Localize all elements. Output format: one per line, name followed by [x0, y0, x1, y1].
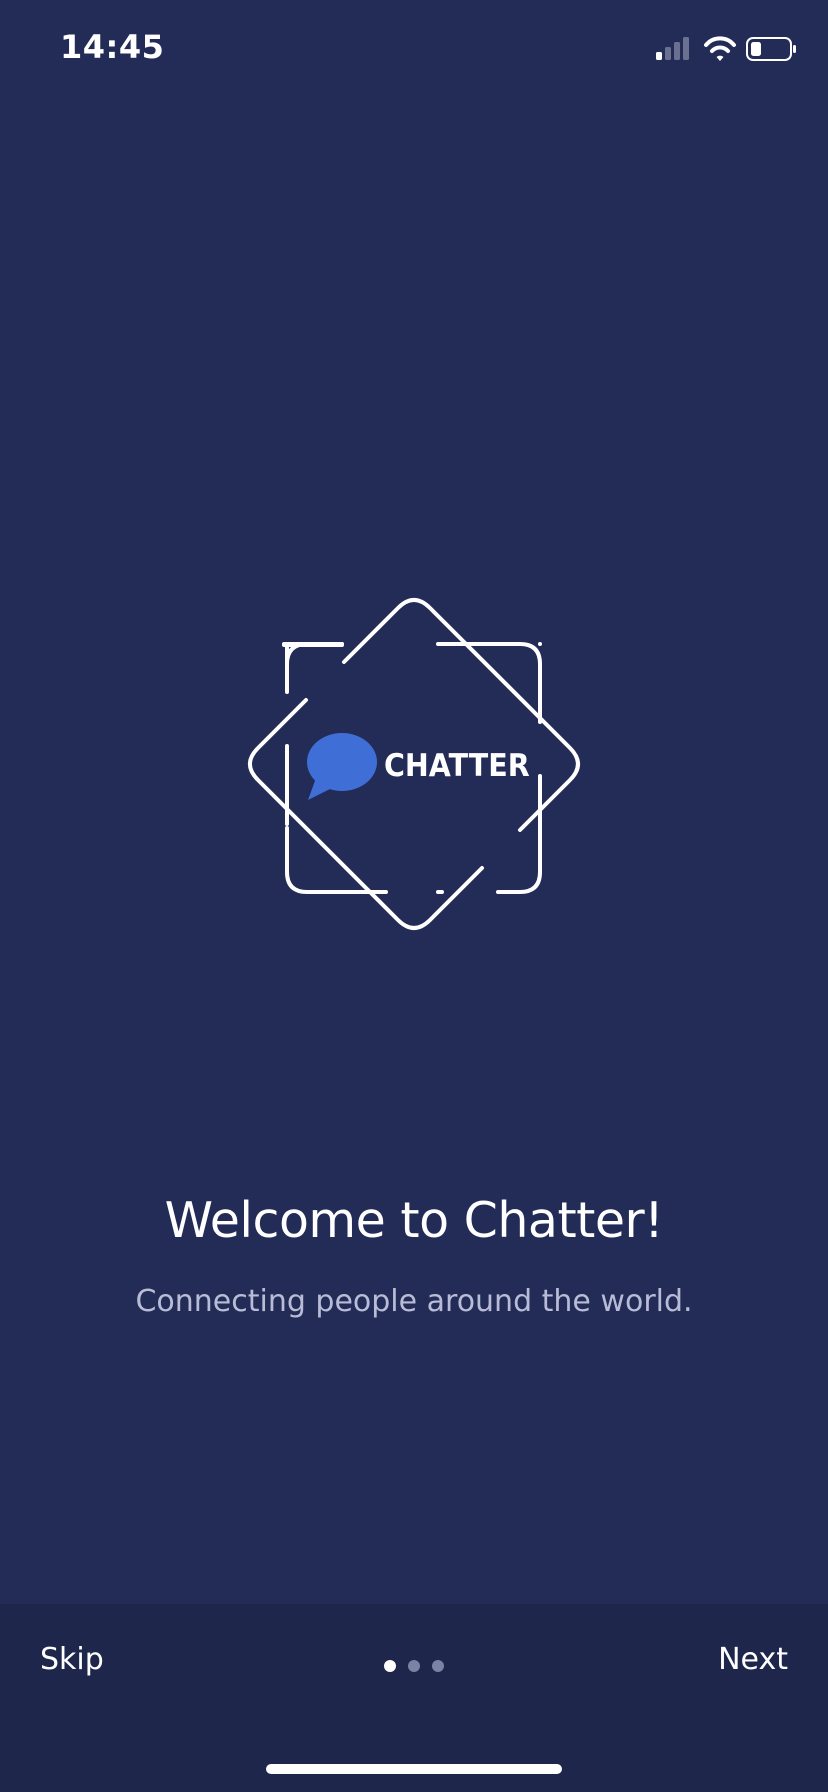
next-button[interactable]: Next	[718, 1642, 788, 1677]
logo-wordmark: CHATTER	[384, 748, 530, 784]
skip-button[interactable]: Skip	[40, 1642, 104, 1677]
page-dot-3[interactable]	[432, 1660, 444, 1672]
cellular-signal-icon	[656, 37, 689, 60]
home-indicator[interactable]	[266, 1764, 562, 1774]
page-dot-1[interactable]	[384, 1660, 396, 1672]
onboarding-bottom-bar: Skip Next	[0, 1604, 828, 1792]
chatter-logo: CHATTER	[244, 596, 584, 940]
onboarding-screen: 14:45 CHATTER Welcome to Chatter! Connec…	[0, 0, 828, 1792]
page-dot-2[interactable]	[408, 1660, 420, 1672]
status-time: 14:45	[60, 28, 165, 66]
welcome-title: Welcome to Chatter!	[164, 1192, 664, 1249]
wifi-icon	[704, 36, 736, 61]
speech-bubble-icon	[307, 733, 377, 800]
battery-icon	[746, 37, 796, 61]
page-indicator[interactable]	[384, 1660, 444, 1672]
status-bar: 14:45	[0, 0, 828, 100]
welcome-subtitle: Connecting people around the world.	[135, 1284, 693, 1319]
status-icons	[656, 34, 796, 64]
